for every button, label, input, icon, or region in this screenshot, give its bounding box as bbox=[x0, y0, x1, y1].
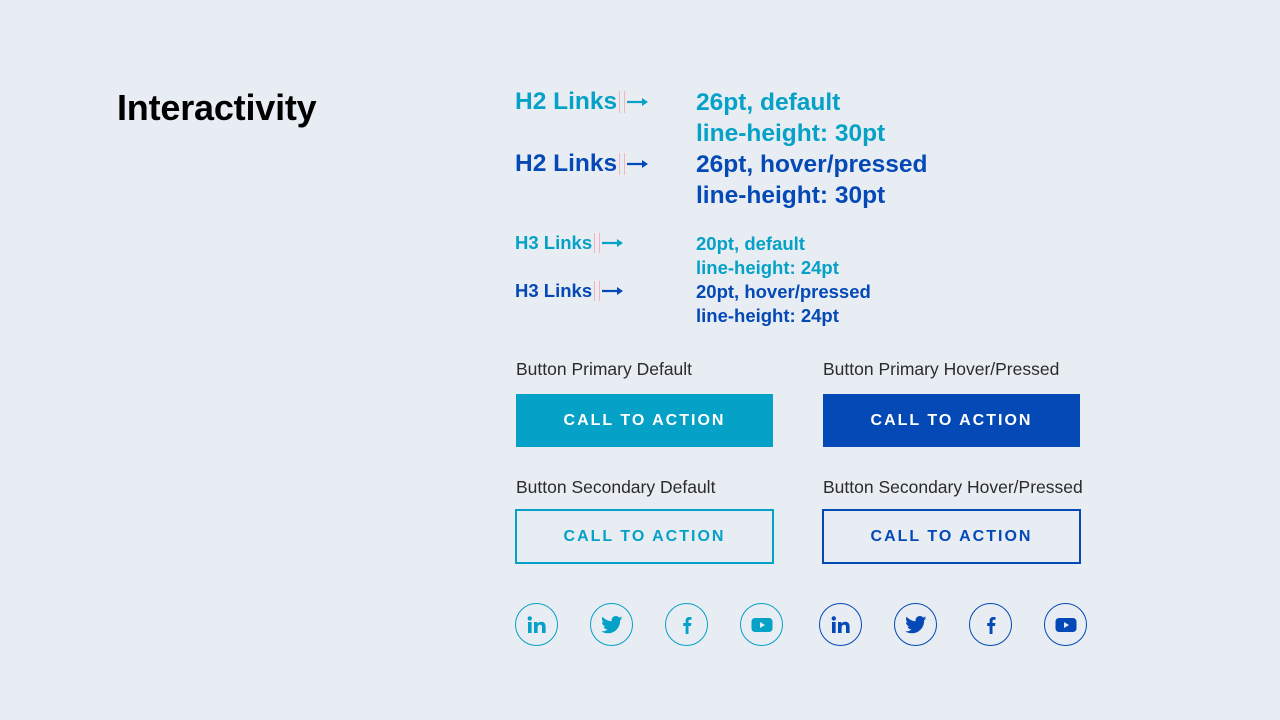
button-secondary-default-caption: Button Secondary Default bbox=[516, 477, 716, 497]
youtube-icon bbox=[751, 617, 773, 633]
primary-default-button[interactable]: CALL TO ACTION bbox=[516, 394, 773, 447]
facebook-default-button[interactable] bbox=[665, 603, 708, 646]
linkedin-icon bbox=[831, 615, 851, 634]
h2-link-default-label: H2 Links bbox=[515, 88, 618, 115]
spacing-guide-line bbox=[599, 233, 601, 253]
arrow-right-icon bbox=[627, 97, 649, 107]
youtube-icon bbox=[1055, 617, 1077, 633]
h2-default-spec: 26pt, default line-height: 30pt bbox=[696, 87, 885, 149]
h3-link-hover-label: H3 Links bbox=[515, 280, 593, 301]
primary-hover-button[interactable]: CALL TO ACTION bbox=[823, 394, 1080, 447]
secondary-default-button[interactable]: CALL TO ACTION bbox=[515, 509, 774, 564]
spec-line: line-height: 30pt bbox=[696, 182, 886, 209]
h3-default-spec: 20pt, default line-height: 24pt bbox=[696, 232, 839, 280]
spacing-guide-line bbox=[599, 281, 601, 301]
youtube-default-button[interactable] bbox=[740, 603, 783, 646]
page-title: Interactivity bbox=[117, 87, 317, 128]
arrow-right-icon bbox=[627, 159, 649, 169]
h3-link-default-label: H3 Links bbox=[515, 232, 593, 253]
spacing-guide-line bbox=[619, 91, 621, 113]
twitter-hover-button[interactable] bbox=[894, 603, 937, 646]
h2-link-hover[interactable]: H2 Links bbox=[515, 150, 649, 178]
linkedin-default-button[interactable] bbox=[515, 603, 558, 646]
spec-line: line-height: 24pt bbox=[696, 257, 839, 278]
linkedin-icon bbox=[527, 615, 547, 634]
facebook-hover-button[interactable] bbox=[969, 603, 1012, 646]
spec-line: line-height: 30pt bbox=[696, 120, 886, 147]
spec-line: 20pt, default bbox=[696, 233, 805, 254]
facebook-icon bbox=[682, 616, 692, 634]
h2-link-hover-label: H2 Links bbox=[515, 150, 618, 177]
arrow-right-icon bbox=[602, 238, 624, 248]
spec-line: 26pt, default bbox=[696, 89, 841, 116]
spacing-guide-line bbox=[624, 153, 626, 175]
twitter-icon bbox=[904, 615, 927, 634]
spacing-guide-line bbox=[594, 233, 596, 253]
spec-line: 26pt, hover/pressed bbox=[696, 151, 928, 178]
linkedin-hover-button[interactable] bbox=[819, 603, 862, 646]
h3-link-hover[interactable]: H3 Links bbox=[515, 280, 624, 302]
arrow-right-icon bbox=[602, 286, 624, 296]
spec-line: 20pt, hover/pressed bbox=[696, 281, 871, 302]
button-secondary-hover-caption: Button Secondary Hover/Pressed bbox=[823, 477, 1083, 497]
h2-link-default[interactable]: H2 Links bbox=[515, 88, 649, 116]
h2-hover-spec: 26pt, hover/pressed line-height: 30pt bbox=[696, 149, 927, 211]
button-primary-default-caption: Button Primary Default bbox=[516, 359, 693, 379]
spacing-guide-line bbox=[619, 153, 621, 175]
h3-hover-spec: 20pt, hover/pressed line-height: 24pt bbox=[696, 280, 871, 328]
spacing-guide-line bbox=[624, 91, 626, 113]
button-primary-hover-caption: Button Primary Hover/Pressed bbox=[823, 359, 1060, 379]
h3-link-default[interactable]: H3 Links bbox=[515, 232, 624, 254]
youtube-hover-button[interactable] bbox=[1044, 603, 1087, 646]
secondary-hover-button[interactable]: CALL TO ACTION bbox=[822, 509, 1081, 564]
twitter-icon bbox=[600, 615, 623, 634]
facebook-icon bbox=[986, 616, 996, 634]
spec-line: line-height: 24pt bbox=[696, 305, 839, 326]
twitter-default-button[interactable] bbox=[590, 603, 633, 646]
spacing-guide-line bbox=[594, 281, 596, 301]
